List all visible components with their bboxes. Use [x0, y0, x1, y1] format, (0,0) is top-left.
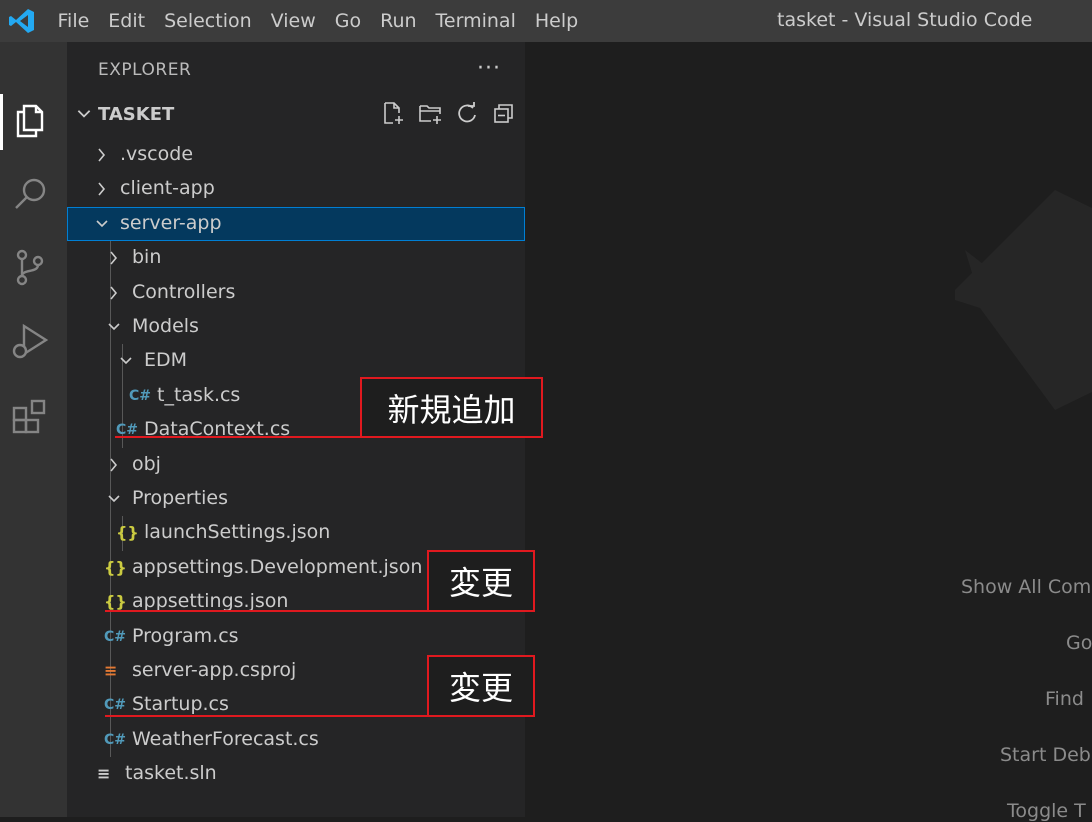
chevron-down-icon	[108, 323, 120, 331]
menu-help[interactable]: Help	[525, 10, 587, 32]
csproj-file-icon: ≡	[104, 661, 118, 680]
title-bar: File Edit Selection View Go Run Terminal…	[0, 0, 1092, 42]
tree-item-label: bin	[132, 246, 162, 269]
tree-item-label: obj	[132, 452, 161, 475]
annotation-changed-label: 変更	[427, 655, 535, 717]
tree-item-label: appsettings.Development.json	[132, 555, 423, 578]
annotation-new-label: 新規追加	[360, 377, 543, 438]
workspace-section-header[interactable]: TASKET	[67, 96, 525, 132]
tree-folder[interactable]: Models	[67, 310, 525, 344]
tree-file[interactable]: C# Program.cs	[67, 620, 525, 654]
chevron-right-icon	[110, 458, 118, 472]
tree-item-label: client-app	[120, 177, 215, 200]
menu-terminal[interactable]: Terminal	[426, 10, 525, 32]
csharp-file-icon: C#	[129, 387, 152, 404]
hint-go-to-file: Go	[1066, 632, 1092, 654]
chevron-right-icon	[98, 182, 106, 196]
solution-file-icon: ≡	[97, 764, 111, 784]
menu-run[interactable]: Run	[371, 10, 426, 32]
chevron-down-icon	[77, 110, 91, 118]
tree-folder[interactable]: server-app	[67, 206, 525, 241]
window-title: tasket - Visual Studio Code	[777, 9, 1033, 31]
extensions-icon[interactable]	[10, 398, 50, 438]
tree-item-label: appsettings.json	[132, 590, 289, 613]
new-folder-icon[interactable]	[417, 100, 444, 127]
tree-item-label: Startup.cs	[132, 693, 229, 716]
chevron-right-icon	[110, 286, 118, 300]
tree-folder[interactable]: client-app	[67, 172, 525, 206]
csharp-file-icon: C#	[104, 697, 127, 714]
menu-file[interactable]: File	[48, 10, 99, 32]
tree-folder[interactable]: EDM	[67, 344, 525, 378]
explorer-title: EXPLORER	[98, 60, 192, 80]
tree-item-label: launchSettings.json	[144, 521, 331, 544]
more-actions-icon[interactable]: ···	[477, 56, 501, 81]
json-file-icon: {}	[104, 557, 127, 577]
chevron-right-icon	[98, 148, 106, 162]
hint-show-all-commands: Show All Com	[961, 576, 1092, 598]
json-file-icon: {}	[116, 523, 139, 543]
tree-folder[interactable]: Properties	[67, 482, 525, 516]
tree-item-label: WeatherForecast.cs	[132, 727, 319, 750]
hint-find-in-files: Find	[1045, 688, 1084, 710]
source-control-icon[interactable]	[10, 247, 50, 287]
tree-file[interactable]: {} launchSettings.json	[67, 516, 525, 550]
menu-bar: File Edit Selection View Go Run Terminal…	[48, 0, 588, 42]
tree-file[interactable]: ≡ tasket.sln	[67, 757, 525, 791]
active-indicator	[0, 94, 3, 150]
vscode-watermark-icon	[955, 190, 1092, 410]
chevron-right-icon	[110, 251, 118, 265]
menu-edit[interactable]: Edit	[99, 10, 155, 32]
tree-item-label: Models	[132, 315, 199, 337]
csharp-file-icon: C#	[104, 731, 127, 748]
tree-folder[interactable]: bin	[67, 241, 525, 275]
tree-item-label: Controllers	[132, 280, 236, 303]
tree-file[interactable]: C# WeatherForecast.cs	[67, 723, 525, 757]
tree-folder[interactable]: obj	[67, 448, 525, 482]
vscode-logo-icon	[9, 9, 34, 33]
menu-view[interactable]: View	[261, 10, 325, 32]
header-actions	[380, 100, 518, 127]
refresh-icon[interactable]	[454, 100, 481, 127]
search-icon[interactable]	[10, 174, 50, 214]
csharp-file-icon: C#	[104, 628, 127, 645]
tree-item-label: server-app	[120, 211, 222, 234]
new-file-icon[interactable]	[380, 100, 407, 127]
tree-item-label: tasket.sln	[125, 762, 217, 785]
tree-item-label: server-app.csproj	[132, 659, 297, 681]
menu-selection[interactable]: Selection	[155, 10, 262, 32]
tree-item-label: EDM	[144, 349, 188, 372]
tree-item-label: Program.cs	[132, 624, 239, 647]
menu-go[interactable]: Go	[325, 10, 370, 32]
annotation-changed-label: 変更	[427, 550, 535, 612]
run-debug-icon[interactable]	[10, 322, 50, 362]
chevron-down-icon	[120, 357, 132, 365]
tree-item-label: t_task.cs	[157, 383, 241, 406]
editor-area: Show All Com Go Find Start Deb Toggle T	[525, 42, 1092, 822]
activity-bar	[0, 42, 67, 817]
tree-item-label: .vscode	[120, 143, 194, 165]
hint-toggle-terminal: Toggle T	[1007, 800, 1086, 822]
tree-folder[interactable]: .vscode	[67, 138, 525, 172]
tree-folder[interactable]: Controllers	[67, 276, 525, 310]
explorer-icon[interactable]	[10, 100, 50, 140]
chevron-down-icon	[108, 495, 120, 503]
workspace-title: TASKET	[98, 104, 175, 125]
chevron-down-icon	[96, 220, 108, 227]
collapse-all-icon[interactable]	[491, 100, 518, 127]
tree-item-label: Properties	[132, 487, 229, 509]
hint-start-debugging: Start Deb	[1000, 744, 1091, 766]
